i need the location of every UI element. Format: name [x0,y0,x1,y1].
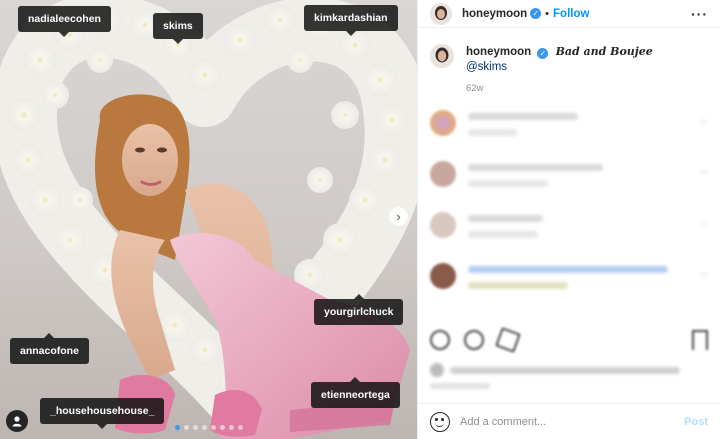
like-icon[interactable] [430,330,450,350]
carousel-dot [175,425,180,430]
user-tag-nadialeecohen[interactable]: nadialeecohen [18,6,111,37]
caption: honeymoon ✓ Bad and Boujee @skims 62w [430,44,712,94]
user-tag-househousehouse[interactable]: _househousehouse_ [40,398,165,429]
carousel-dot [238,425,243,430]
user-tag-yourgirlchuck[interactable]: yourgirlchuck [314,294,404,325]
caption-text: Bad and Boujee [555,45,653,58]
user-tag-kimkardashian[interactable]: kimkardashian [304,5,398,36]
verified-badge-icon: ✓ [537,48,549,59]
username[interactable]: honeymoon [462,8,527,20]
carousel-indicator [175,425,243,430]
carousel-dot [211,425,216,430]
user-tag-etienneortega[interactable]: etienneortega [311,377,400,408]
caption-avatar[interactable] [430,44,454,68]
add-comment-bar: Post [418,403,720,439]
carousel-dot [193,425,198,430]
post-date [430,383,490,389]
avatar[interactable] [430,212,456,238]
likes-summary [430,363,708,377]
post-header: honeymoon ✓ • Follow ··· [418,0,720,28]
user-tag-icon [12,416,22,427]
post-side-panel: honeymoon ✓ • Follow ··· honeymoon ✓ Bad… [417,0,720,439]
list-item: ♡ [430,110,710,161]
heart-icon[interactable]: ♡ [700,118,708,129]
caption-username[interactable]: honeymoon [466,46,531,58]
follow-button[interactable]: Follow [553,8,589,20]
verified-badge-icon: ✓ [530,8,542,19]
avatar[interactable] [430,110,456,136]
chevron-right-icon: › [396,209,401,224]
post-comment-button[interactable]: Post [684,416,708,428]
post-actions [430,327,708,353]
heart-icon[interactable]: ♡ [700,271,708,282]
carousel-dot [229,425,234,430]
separator-dot: • [545,7,550,20]
emoji-icon[interactable] [430,411,450,432]
avatar[interactable] [430,263,456,289]
heart-icon[interactable]: ♡ [700,169,708,180]
photo [0,0,417,439]
user-tag-annacofone[interactable]: annacofone [10,333,89,364]
list-item: ♡ [430,161,710,212]
next-slide-button[interactable]: › [389,207,408,226]
avatar[interactable] [430,2,452,25]
comment-input[interactable] [460,415,685,428]
user-tags-button[interactable] [6,410,28,432]
list-item: ♡ [430,263,710,314]
user-tag-skims[interactable]: skims [153,13,203,44]
avatar[interactable] [430,161,456,187]
post-media[interactable]: nadialeecohen skims kimkardashian yourgi… [0,0,417,439]
caption-timestamp: 62w [466,83,484,94]
caption-mention-link[interactable]: @skims [466,60,653,75]
carousel-dot [202,425,207,430]
save-icon[interactable] [692,330,708,350]
more-options-button[interactable]: ··· [691,6,708,22]
share-icon[interactable] [495,327,521,353]
comments-list: ♡ ♡ ♡ ♡ [430,110,710,314]
carousel-dot [220,425,225,430]
comment-icon[interactable] [464,330,484,350]
carousel-dot [184,425,189,430]
heart-icon[interactable]: ♡ [700,220,708,231]
list-item: ♡ [430,212,710,263]
